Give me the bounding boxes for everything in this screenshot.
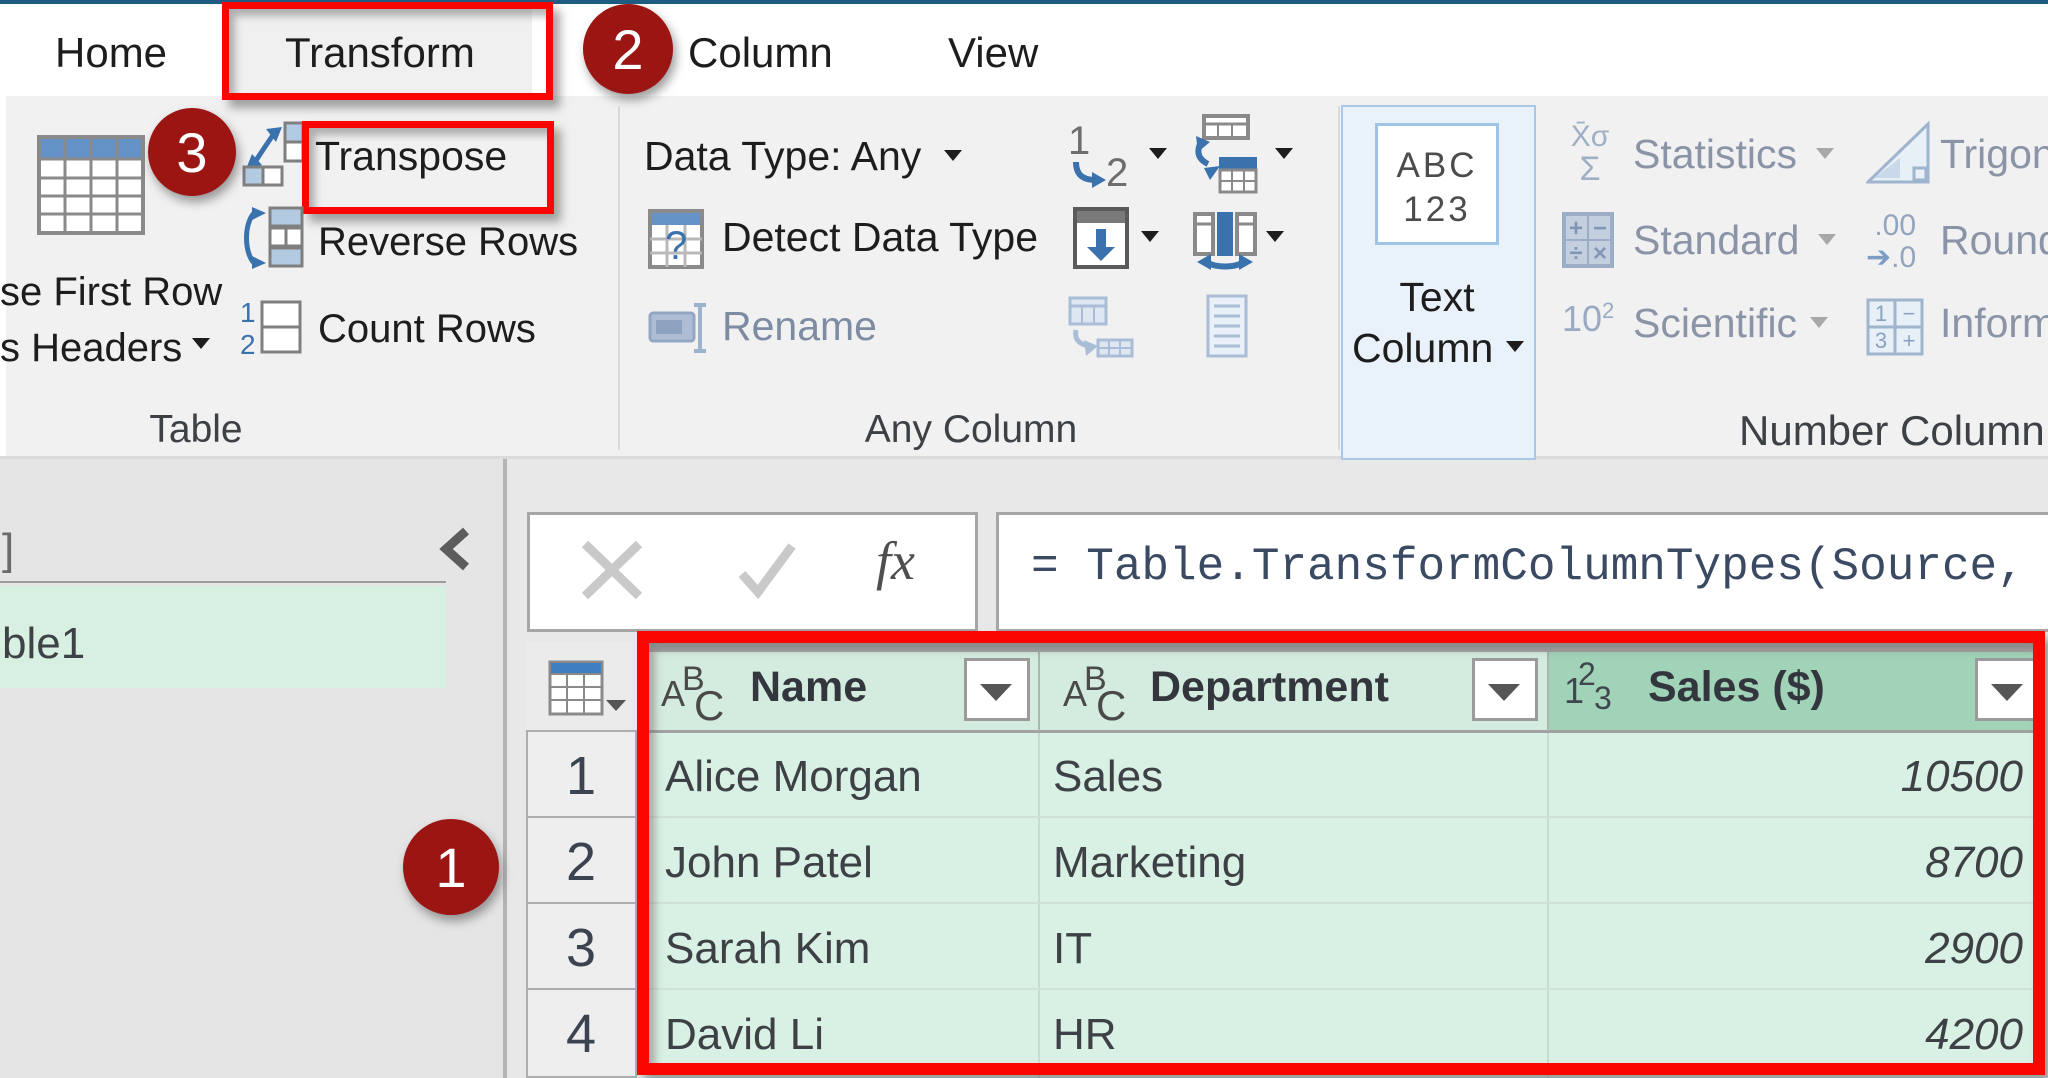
svg-text:2: 2 bbox=[240, 329, 256, 358]
svg-text:1: 1 bbox=[1875, 301, 1887, 326]
svg-text:−: − bbox=[1593, 215, 1607, 242]
svg-text:1: 1 bbox=[1068, 120, 1090, 163]
svg-text:+: + bbox=[1569, 215, 1583, 242]
svg-text:1: 1 bbox=[240, 298, 256, 328]
svg-text:?: ? bbox=[665, 224, 687, 268]
svg-text:2: 2 bbox=[1106, 151, 1128, 188]
svg-text:−: − bbox=[1903, 301, 1916, 326]
svg-text:×: × bbox=[1593, 240, 1607, 267]
svg-text:+: + bbox=[1903, 328, 1916, 353]
svg-text:3: 3 bbox=[1875, 328, 1887, 353]
svg-text:÷: ÷ bbox=[1569, 240, 1582, 267]
